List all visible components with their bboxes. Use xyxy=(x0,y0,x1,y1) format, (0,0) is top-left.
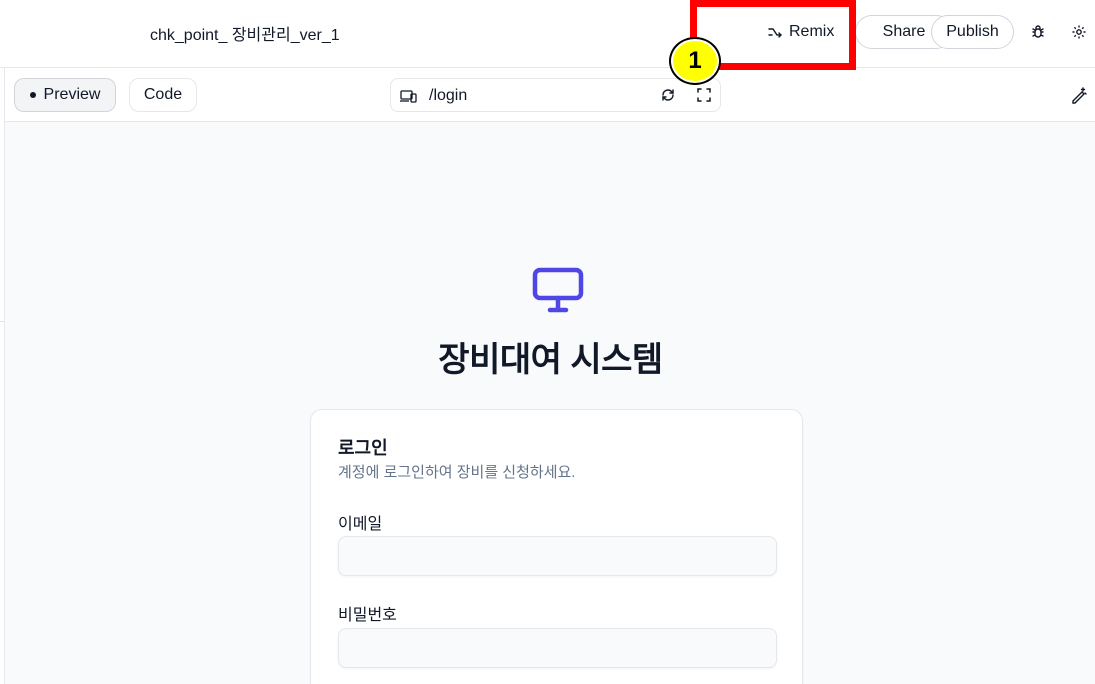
email-field[interactable] xyxy=(338,536,777,576)
gear-icon[interactable] xyxy=(1067,20,1091,44)
url-path[interactable]: /login xyxy=(429,87,467,105)
login-title: 로그인 xyxy=(338,438,388,458)
tab-preview-label: Preview xyxy=(43,86,101,103)
url-bar[interactable]: /login xyxy=(390,78,721,112)
top-bar: chk_point_ 장비관리_ver_1 Remix Share Publis… xyxy=(0,0,1095,68)
device-toggle-icon[interactable] xyxy=(399,87,417,105)
magic-pen-icon[interactable] xyxy=(1070,86,1088,104)
preview-pane: 장비대여 시스템 로그인 계정에 로그인하여 장비를 신청하세요. 이메일 비밀… xyxy=(4,122,1095,684)
login-description: 계정에 로그인하여 장비를 신청하세요. xyxy=(338,464,576,481)
email-label: 이메일 xyxy=(338,516,383,533)
password-field[interactable] xyxy=(338,628,777,668)
tab-preview[interactable]: Preview xyxy=(14,78,116,112)
app-title: 장비대여 시스템 xyxy=(438,341,663,379)
bug-icon[interactable] xyxy=(1026,20,1050,44)
password-label: 비밀번호 xyxy=(338,607,397,624)
project-title[interactable]: chk_point_ 장비관리_ver_1 xyxy=(150,21,340,45)
preview-toolbar: Preview Code /login xyxy=(0,68,1095,122)
step-badge: 1 xyxy=(669,37,721,85)
refresh-icon[interactable] xyxy=(660,87,676,103)
active-dot-icon xyxy=(29,92,36,98)
expand-icon[interactable] xyxy=(696,87,712,103)
tab-code[interactable]: Code xyxy=(129,78,197,112)
monitor-icon xyxy=(532,267,584,313)
login-card: 로그인 계정에 로그인하여 장비를 신청하세요. 이메일 비밀번호 xyxy=(310,409,803,684)
publish-button[interactable]: Publish xyxy=(931,15,1014,49)
